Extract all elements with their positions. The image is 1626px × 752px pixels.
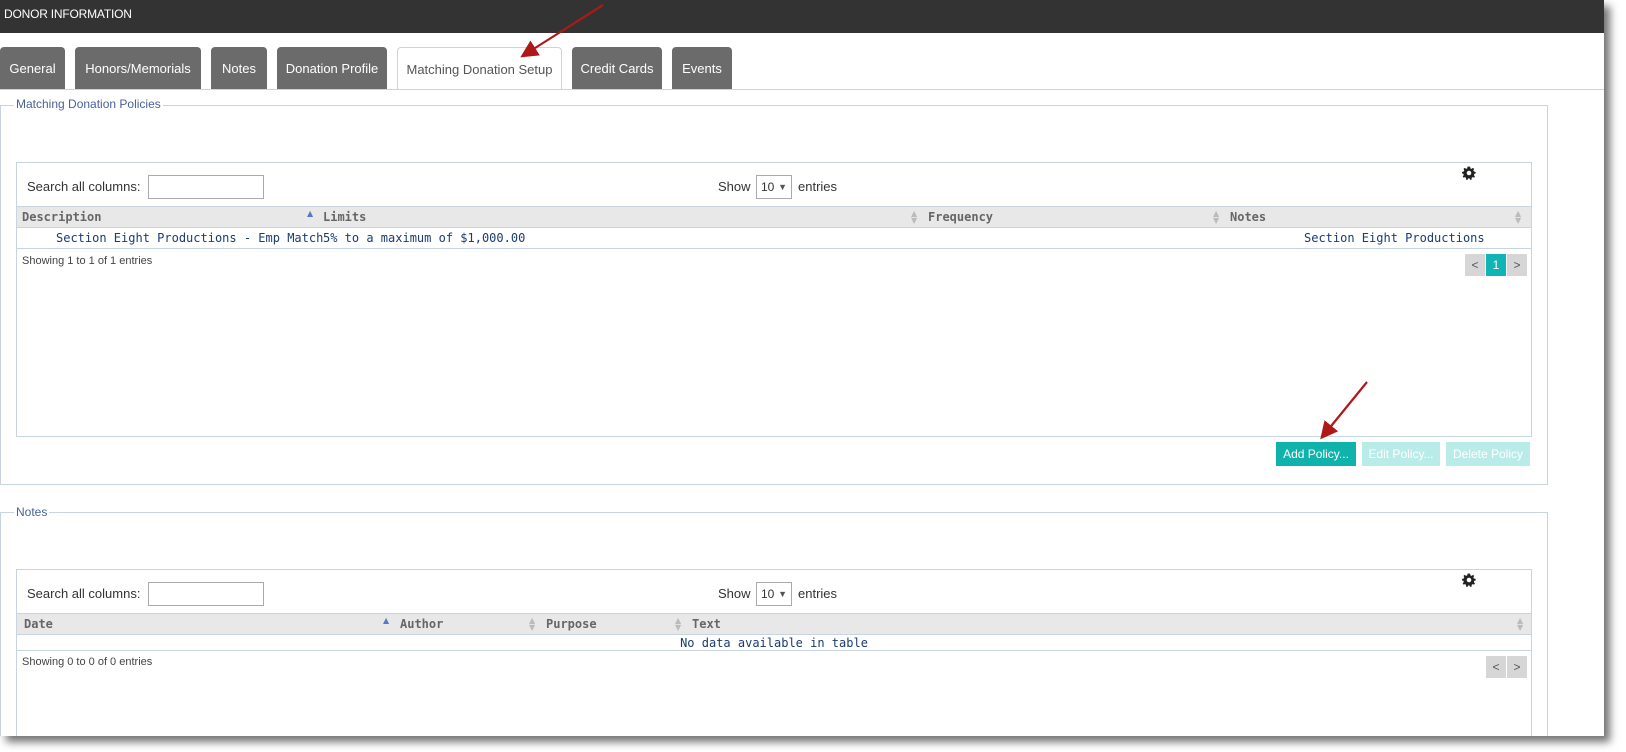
pagination-prev[interactable]: < <box>1465 254 1485 276</box>
sort-icon: ▲ ▼ <box>1517 616 1524 632</box>
row-divider <box>17 248 1531 249</box>
delete-policy-button[interactable]: Delete Policy <box>1446 442 1530 466</box>
column-header-notes[interactable]: Notes <box>1230 207 1266 227</box>
tab-notes[interactable]: Notes <box>211 47 267 90</box>
sort-icon: ▲ ▼ <box>1213 209 1220 225</box>
column-header-text[interactable]: Text <box>692 614 721 634</box>
column-header-author[interactable]: Author <box>400 614 443 634</box>
sort-asc-icon: ▲ <box>383 616 390 625</box>
tab-matching-donation-setup[interactable]: Matching Donation Setup <box>397 47 562 90</box>
chevron-down-icon: ▼ <box>778 182 787 192</box>
gear-icon[interactable] <box>1462 573 1476 587</box>
donor-information-window: DONOR INFORMATION General Honors/Memoria… <box>0 0 1604 736</box>
column-header-frequency[interactable]: Frequency <box>928 207 993 227</box>
policies-entries-label: entries <box>798 179 838 194</box>
policies-table-container: Search all columns: Show 10 ▼ entries De… <box>16 162 1532 437</box>
column-header-date[interactable]: Date <box>24 614 53 634</box>
notes-show-label: Show <box>718 586 751 601</box>
sort-icon: ▲ ▼ <box>911 209 918 225</box>
window-title: DONOR INFORMATION <box>0 0 1604 33</box>
tab-donation-profile[interactable]: Donation Profile <box>277 47 387 90</box>
pagination-next[interactable]: > <box>1507 254 1527 276</box>
policies-page-size-value: 10 <box>761 180 775 194</box>
column-header-limits[interactable]: Limits <box>323 207 366 227</box>
sort-icon: ▲ ▼ <box>529 616 536 632</box>
row-notes: Section Eight Productions <box>1304 231 1485 245</box>
notes-legend: Notes <box>14 505 50 519</box>
policies-legend: Matching Donation Policies <box>14 97 163 111</box>
policies-show-label: Show <box>718 179 751 194</box>
notes-search-label: Search all columns: <box>27 586 141 601</box>
column-header-purpose[interactable]: Purpose <box>546 614 597 634</box>
notes-page-size-value: 10 <box>761 587 775 601</box>
tab-credit-cards[interactable]: Credit Cards <box>572 47 662 90</box>
row-description: Section Eight Productions - Emp Match <box>56 231 324 245</box>
pagination-prev[interactable]: < <box>1486 656 1506 678</box>
edit-policy-button[interactable]: Edit Policy... <box>1362 442 1440 466</box>
add-policy-button[interactable]: Add Policy... <box>1276 442 1356 466</box>
sort-icon: ▲ ▼ <box>675 616 682 632</box>
notes-page-size-select[interactable]: 10 ▼ <box>756 582 792 606</box>
notes-entries-label: entries <box>798 586 838 601</box>
pagination-next[interactable]: > <box>1507 656 1527 678</box>
notes-table-info: Showing 0 to 0 of 0 entries <box>22 656 153 668</box>
policies-page-size-select[interactable]: 10 ▼ <box>756 175 792 199</box>
row-limits: 5% to a maximum of $1,000.00 <box>323 231 526 245</box>
notes-table-header: Date ▲ Author ▲ ▼ Purpose ▲ ▼ Text ▲ ▼ <box>17 613 1531 635</box>
policies-search-input[interactable] <box>148 175 264 199</box>
policies-search-label: Search all columns: <box>27 179 141 194</box>
pagination-page-1[interactable]: 1 <box>1486 254 1506 276</box>
tab-honors-memorials[interactable]: Honors/Memorials <box>75 47 201 90</box>
policies-table-header: Description ▲ Limits ▲ ▼ Frequency ▲ ▼ Not… <box>17 206 1531 228</box>
notes-search-input[interactable] <box>148 582 264 606</box>
tab-general[interactable]: General <box>0 47 65 90</box>
notes-table-container: Search all columns: Show 10 ▼ entries Da… <box>16 569 1532 736</box>
row-divider <box>17 650 1531 651</box>
table-row[interactable]: Section Eight Productions - Emp Match 5%… <box>17 228 1531 248</box>
sort-icon: ▲ ▼ <box>1515 209 1522 225</box>
tab-events[interactable]: Events <box>672 47 732 90</box>
tab-underline <box>0 89 1604 90</box>
policies-table-info: Showing 1 to 1 of 1 entries <box>22 255 153 267</box>
sort-asc-icon: ▲ <box>307 209 314 218</box>
chevron-down-icon: ▼ <box>778 589 787 599</box>
gear-icon[interactable] <box>1462 166 1476 180</box>
column-header-description[interactable]: Description <box>22 207 101 227</box>
